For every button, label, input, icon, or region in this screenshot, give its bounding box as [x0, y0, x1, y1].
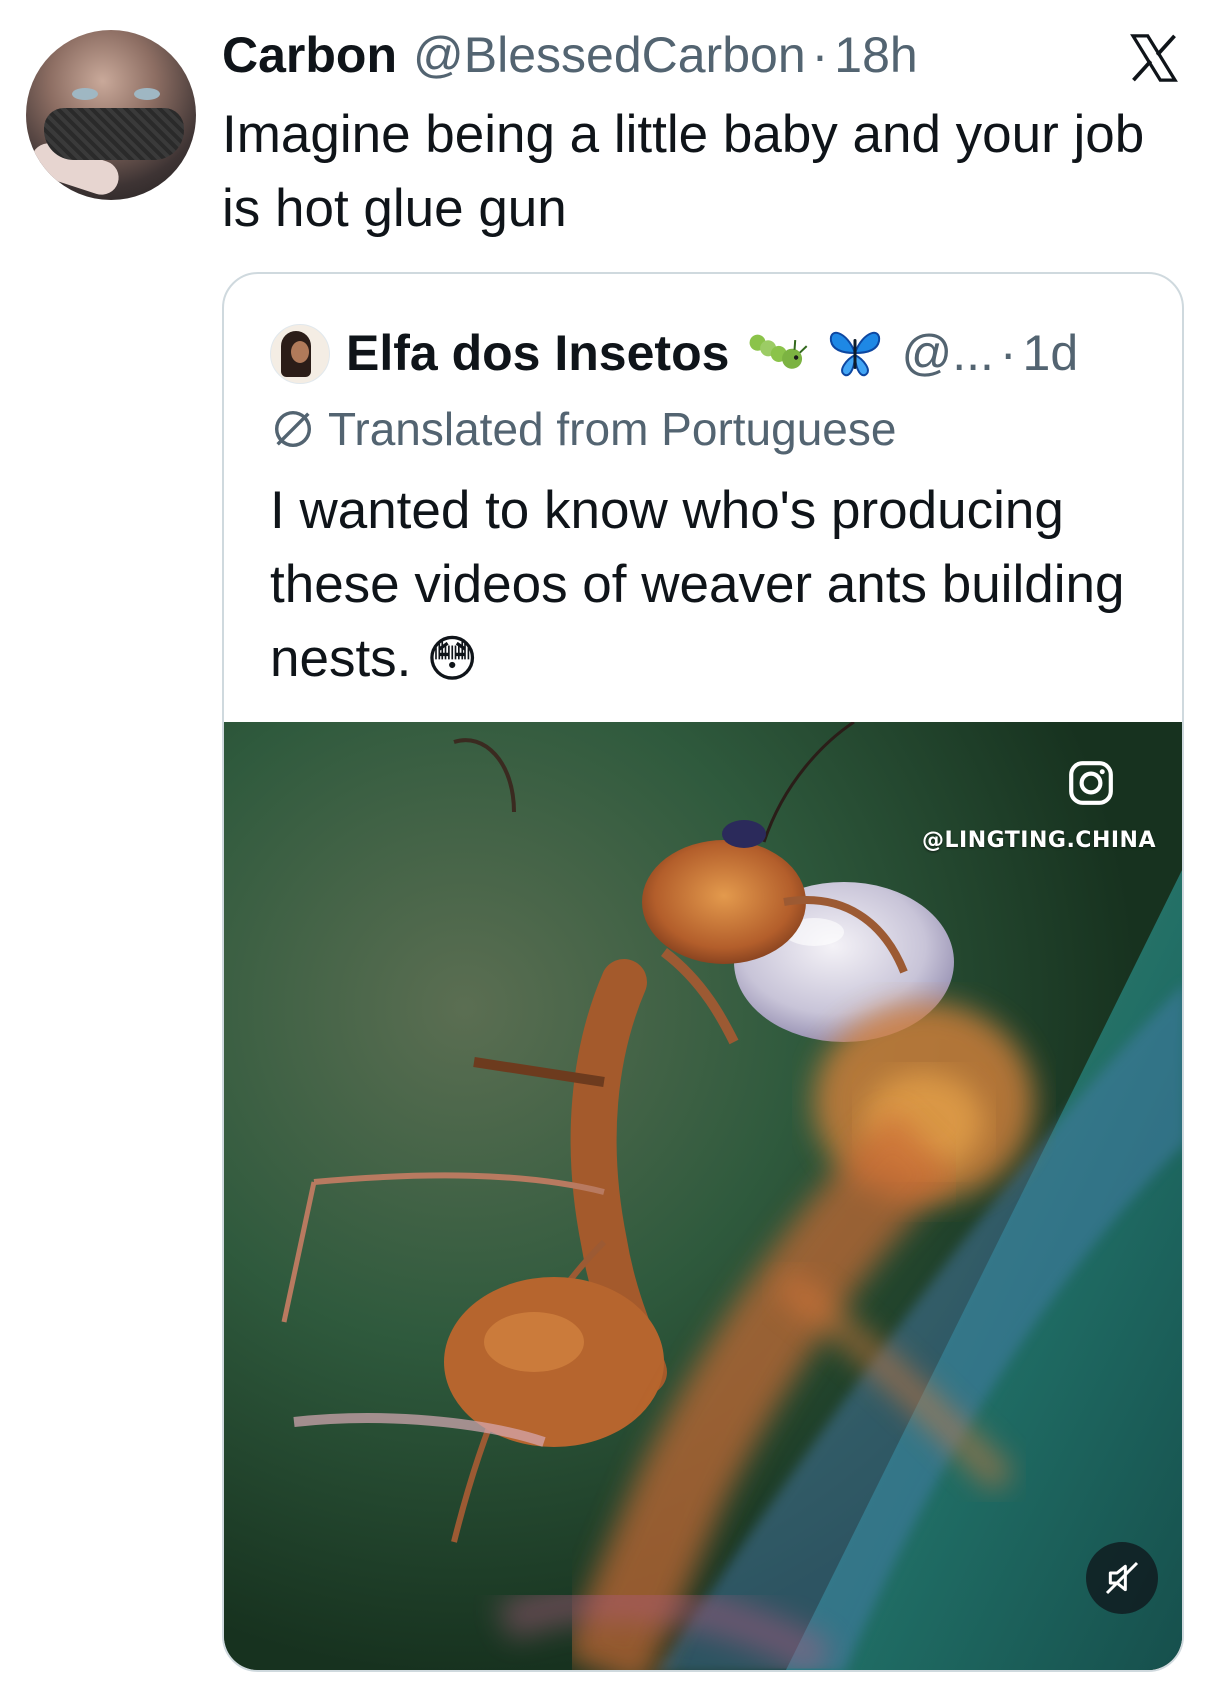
- muted-speaker-icon: [1105, 1561, 1139, 1595]
- translation-label[interactable]: Translated from Portuguese: [328, 402, 896, 456]
- quoted-author-handle[interactable]: @...: [901, 324, 993, 382]
- video-frame: [224, 722, 1182, 1670]
- avatar-eye: [134, 88, 160, 100]
- avatar-face: [291, 341, 309, 363]
- instagram-icon: [1069, 761, 1113, 805]
- x-logo-icon: [1130, 34, 1178, 82]
- quoted-author-name[interactable]: Elfa dos Insetos: [346, 324, 729, 382]
- translate-icon: [274, 410, 312, 448]
- video-player[interactable]: @LINGTING.CHINA: [224, 722, 1182, 1670]
- flushed-face-emoji: 😳: [426, 631, 479, 687]
- quoted-tweet-body: I wanted to know who's producing these v…: [270, 481, 1125, 688]
- quoted-tweet-time[interactable]: 1d: [1023, 324, 1079, 382]
- quoted-tweet-text: I wanted to know who's producing these v…: [270, 474, 1150, 696]
- butterfly-icon: [825, 325, 885, 381]
- caterpillar-icon: [745, 325, 809, 381]
- translation-notice: Translated from Portuguese: [270, 402, 896, 456]
- avatar-mask: [44, 108, 184, 160]
- tweet-time[interactable]: 18h: [834, 26, 917, 84]
- separator-dot: ·: [811, 27, 829, 83]
- separator-dot: ·: [999, 325, 1017, 381]
- tweet-header: Carbon @BlessedCarbon · 18h: [222, 26, 918, 86]
- quoted-author-avatar[interactable]: [270, 324, 330, 384]
- quoted-tweet-header: Elfa dos Insetos @... · 1d: [346, 318, 1078, 388]
- mute-button[interactable]: [1086, 1542, 1158, 1614]
- quoted-tweet[interactable]: Elfa dos Insetos @... · 1d Translated fr…: [222, 272, 1184, 1672]
- video-watermark: @LINGTING.CHINA: [922, 828, 1156, 853]
- avatar-eye: [72, 88, 98, 100]
- tweet[interactable]: Carbon @BlessedCarbon · 18h Imagine bein…: [0, 0, 1206, 1702]
- tweet-text: Imagine being a little baby and your job…: [222, 105, 1145, 238]
- author-name[interactable]: Carbon: [222, 26, 397, 84]
- author-handle[interactable]: @BlessedCarbon: [413, 26, 806, 84]
- author-avatar[interactable]: [26, 30, 196, 200]
